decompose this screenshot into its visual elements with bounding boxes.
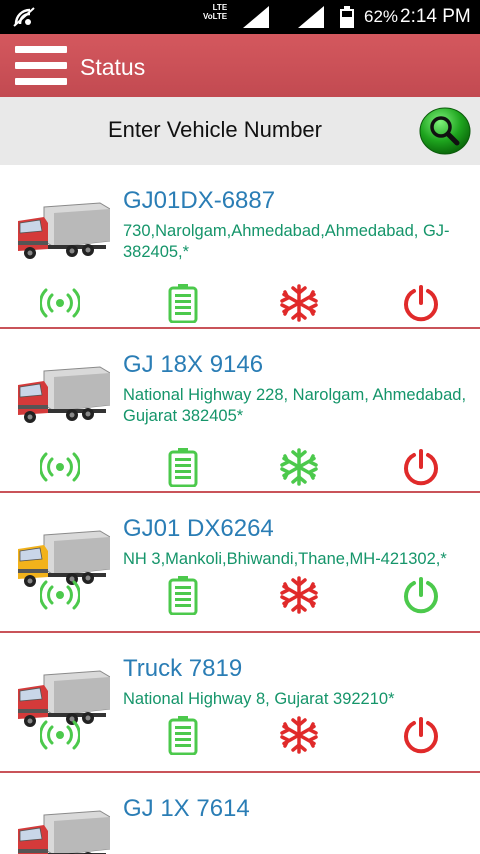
power-icon: [404, 449, 438, 486]
vehicle-name: GJ 1X 7614: [123, 795, 250, 822]
vehicle-row[interactable]: Truck 7819 National Highway 8, Gujarat 3…: [0, 633, 480, 773]
battery-status-icon: [340, 6, 354, 28]
network-indicator: LTE VoLTE: [203, 3, 227, 21]
signal-icon: [243, 6, 269, 28]
truck-icon: [18, 810, 110, 854]
power-icon: [404, 577, 438, 614]
signal-icon: [298, 6, 324, 28]
search-bar: [0, 97, 480, 165]
power-icon: [404, 717, 438, 754]
truck-icon: [18, 202, 110, 259]
vehicle-address: 730,Narolgam,Ahmedabad,Ahmedabad, GJ-382…: [123, 222, 450, 261]
truck-icon: [18, 366, 110, 423]
page-title: Status: [80, 54, 146, 80]
vehicle-row[interactable]: GJ 1X 7614: [0, 773, 480, 854]
signal-broadcast-icon: [40, 452, 80, 482]
snowflake-icon: [280, 576, 318, 614]
vehicle-row[interactable]: GJ01DX-6887 730,Narolgam,Ahmedabad,Ahmed…: [0, 165, 480, 329]
vehicle-address: National Highway 228, Narolgam, Ahmedaba…: [123, 386, 467, 425]
battery-percent: 62%: [364, 7, 399, 26]
vehicle-number-input[interactable]: [40, 109, 390, 151]
vehicle-address: National Highway 8, Gujarat 392210*: [123, 690, 395, 708]
signal-broadcast-icon: [40, 288, 80, 318]
clock: 2:14 PM: [400, 6, 471, 27]
battery-icon: [168, 284, 198, 323]
battery-icon: [168, 448, 198, 487]
battery-icon: [168, 716, 198, 755]
vehicle-name: GJ01 DX6264: [123, 515, 274, 542]
power-icon: [404, 285, 438, 322]
no-sync-icon: [13, 7, 35, 27]
vehicle-row[interactable]: GJ01 DX6264 NH 3,Mankoli,Bhiwandi,Thane,…: [0, 493, 480, 633]
vehicle-name: GJ 18X 9146: [123, 351, 264, 378]
magnifier-icon[interactable]: [419, 107, 471, 155]
snowflake-icon: [280, 448, 318, 486]
app-bar: Status: [0, 34, 480, 97]
vehicle-address: NH 3,Mankoli,Bhiwandi,Thane,MH-421302,*: [123, 550, 447, 568]
vehicle-status-icons: [0, 283, 480, 323]
snowflake-icon: [280, 716, 318, 754]
volte-label: VoLTE: [203, 12, 228, 21]
vehicle-row[interactable]: GJ 18X 9146 National Highway 228, Narolg…: [0, 329, 480, 493]
snowflake-icon: [280, 284, 318, 322]
vehicle-status-icons: [0, 575, 480, 615]
network-type-label: LTE: [212, 3, 228, 12]
hamburger-icon[interactable]: [15, 46, 67, 86]
vehicle-status-icons: [0, 447, 480, 487]
vehicle-name: GJ01DX-6887: [123, 187, 276, 214]
battery-icon: [168, 576, 198, 615]
vehicle-list: GJ01DX-6887 730,Narolgam,Ahmedabad,Ahmed…: [0, 165, 480, 854]
vehicle-name: Truck 7819: [123, 655, 243, 682]
status-bar: LTE VoLTE 62% 2:14 PM: [0, 0, 480, 34]
signal-broadcast-icon: [40, 720, 80, 750]
vehicle-status-icons: [0, 715, 480, 755]
signal-broadcast-icon: [40, 580, 80, 610]
